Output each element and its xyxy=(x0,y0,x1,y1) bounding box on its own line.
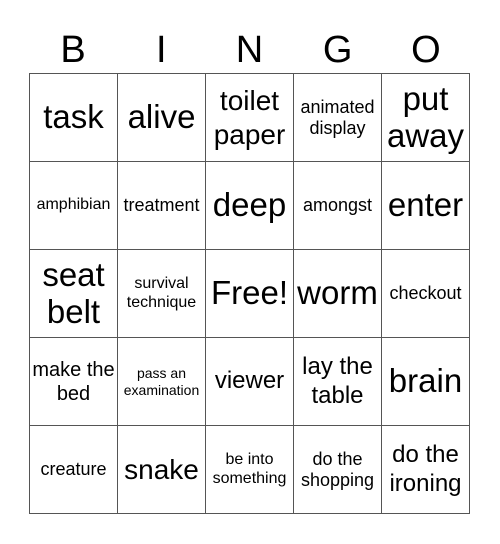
bingo-cell[interactable]: brain xyxy=(382,338,470,426)
bingo-cell-label: worm xyxy=(297,274,378,312)
free-space-cell[interactable]: Free! xyxy=(206,250,294,338)
bingo-cell[interactable]: toilet paper xyxy=(206,74,294,162)
header-letter-b: B xyxy=(60,29,86,71)
bingo-cell[interactable]: pass an examination xyxy=(118,338,206,426)
bingo-cell-label: make the bed xyxy=(32,358,115,405)
bingo-cell[interactable]: amongst xyxy=(294,162,382,250)
bingo-cell[interactable]: be into something xyxy=(206,426,294,514)
bingo-cell[interactable]: deep xyxy=(206,162,294,250)
header-letter-o: O xyxy=(411,29,441,71)
bingo-cell-label: seat belt xyxy=(42,256,105,330)
bingo-cell-label: snake xyxy=(124,453,199,485)
header-letter-n: N xyxy=(235,29,264,71)
bingo-cell-label: brain xyxy=(388,362,463,400)
bingo-cell[interactable]: do the shopping xyxy=(294,426,382,514)
bingo-cell-label: enter xyxy=(387,186,464,224)
bingo-cell[interactable]: do the ironing xyxy=(382,426,470,514)
bingo-cell[interactable]: enter xyxy=(382,162,470,250)
bingo-cell[interactable]: worm xyxy=(294,250,382,338)
bingo-cell-label: do the shopping xyxy=(300,448,375,490)
bingo-cell[interactable]: amphibian xyxy=(30,162,118,250)
bingo-cell[interactable]: treatment xyxy=(118,162,206,250)
bingo-cell-label: lay the table xyxy=(302,352,373,409)
bingo-cell-label: Free! xyxy=(210,274,289,312)
bingo-cell-label: be into something xyxy=(212,451,287,487)
bingo-cell[interactable]: alive xyxy=(118,74,206,162)
bingo-cell[interactable]: survival technique xyxy=(118,250,206,338)
bingo-cell-label: toilet paper xyxy=(213,84,286,150)
bingo-grid: task alive toilet paper animated display put… xyxy=(29,73,470,514)
bingo-cell[interactable]: lay the table xyxy=(294,338,382,426)
bingo-cell[interactable]: animated display xyxy=(294,74,382,162)
bingo-cell-label: treatment xyxy=(123,195,200,216)
bingo-cell-label: do the ironing xyxy=(389,440,462,497)
bingo-cell-label: creature xyxy=(40,459,107,480)
bingo-cell-label: checkout xyxy=(389,283,462,304)
bingo-cell-label: amphibian xyxy=(36,196,111,214)
header-letter-g: G xyxy=(322,29,353,71)
bingo-cell-label: amongst xyxy=(302,195,373,216)
bingo-cell[interactable]: put away xyxy=(382,74,470,162)
bingo-cell[interactable]: snake xyxy=(118,426,206,514)
bingo-cell-label: put away xyxy=(386,80,465,154)
bingo-cell-label: animated display xyxy=(300,96,375,138)
bingo-cell-label: alive xyxy=(127,98,196,136)
bingo-cell-label: pass an examination xyxy=(123,365,200,398)
bingo-cell-label: viewer xyxy=(214,367,285,395)
bingo-cell[interactable]: creature xyxy=(30,426,118,514)
header-letter-i: I xyxy=(156,29,167,71)
bingo-cell-label: deep xyxy=(212,186,287,224)
bingo-cell-label: task xyxy=(43,98,104,136)
bingo-cell[interactable]: make the bed xyxy=(30,338,118,426)
bingo-cell[interactable]: viewer xyxy=(206,338,294,426)
bingo-cell[interactable]: seat belt xyxy=(30,250,118,338)
bingo-cell[interactable]: task xyxy=(30,74,118,162)
bingo-header: B I N G O xyxy=(29,28,471,72)
bingo-cell-label: survival technique xyxy=(126,275,197,311)
bingo-cell[interactable]: checkout xyxy=(382,250,470,338)
